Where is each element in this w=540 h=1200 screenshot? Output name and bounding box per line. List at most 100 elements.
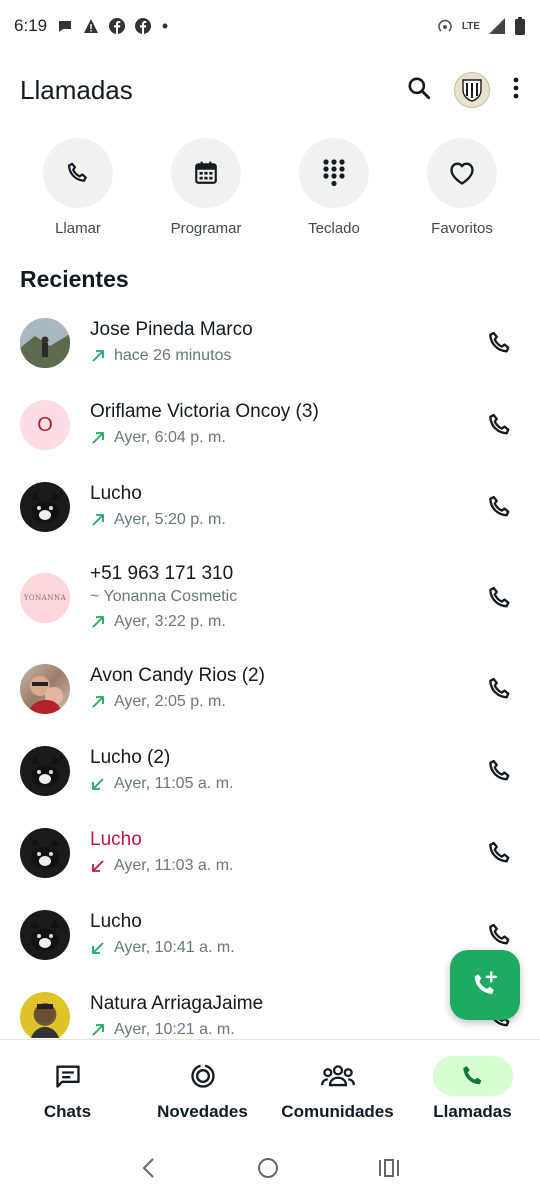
nav-calls[interactable]: Llamadas	[405, 1040, 540, 1139]
call-row[interactable]: Lucho (2) Ayer, 11:05 a. m.	[0, 730, 540, 812]
favorites-action-button[interactable]: Favoritos	[407, 138, 517, 237]
call-time: Ayer, 3:22 p. m.	[114, 613, 226, 630]
contact-name: Natura ArriagaJaime	[90, 993, 264, 1014]
phone-icon	[489, 331, 510, 353]
outgoing-call-arrow-icon	[92, 514, 104, 526]
cat-photo-icon	[30, 838, 60, 869]
nav-chats[interactable]: Chats	[0, 1040, 135, 1139]
contact-name: Jose Pineda Marco	[90, 319, 253, 340]
call-row[interactable]: YONANNA +51 963 171 310 ~ Yonanna Cosmet…	[0, 548, 540, 648]
call-back-button[interactable]	[480, 751, 520, 791]
contact-avatar[interactable]	[20, 482, 70, 532]
call-row[interactable]: Lucho Ayer, 11:03 a. m.	[0, 812, 540, 894]
nav-calls-pill[interactable]	[432, 1056, 513, 1096]
home-icon[interactable]	[256, 1156, 280, 1185]
nav-communities-pill[interactable]	[298, 1056, 378, 1096]
outgoing-call-arrow-icon	[92, 432, 104, 444]
call-back-button[interactable]	[480, 669, 520, 709]
nav-updates[interactable]: Novedades	[135, 1040, 270, 1139]
profile-avatar[interactable]	[454, 72, 490, 108]
status-bar: 6:19 LTE	[0, 0, 540, 52]
contact-subtitle: ~ Yonanna Cosmetic	[90, 588, 238, 605]
signal-icon	[488, 17, 506, 35]
cat-photo-icon	[30, 920, 60, 951]
outgoing-call-arrow-icon	[92, 1024, 104, 1036]
nav-calls-label: Llamadas	[433, 1102, 512, 1121]
calendar-icon	[195, 161, 217, 184]
avatar-letter: O	[37, 413, 53, 436]
facebook-icon	[109, 18, 126, 34]
contact-avatar[interactable]: YONANNA	[20, 573, 70, 623]
nav-communities[interactable]: Comunidades	[270, 1040, 405, 1139]
favorites-action-label: Favoritos	[431, 220, 493, 237]
bottom-navigation: Chats Novedades Comunidades Llamadas	[0, 1039, 540, 1139]
contact-name: Lucho (2)	[90, 747, 171, 768]
call-back-button[interactable]	[480, 323, 520, 363]
call-row[interactable]: Lucho Ayer, 5:20 p. m.	[0, 466, 540, 548]
call-row[interactable]: Avon Candy Rios (2) Ayer, 2:05 p. m.	[0, 648, 540, 730]
dialpad-action-circle[interactable]	[299, 138, 369, 208]
call-time: Ayer, 2:05 p. m.	[114, 693, 226, 710]
updates-icon	[190, 1064, 215, 1088]
call-back-button[interactable]	[480, 833, 520, 873]
contact-avatar[interactable]	[20, 910, 70, 960]
contact-name: Lucho	[90, 829, 142, 850]
back-icon[interactable]	[139, 1156, 159, 1185]
facebook-icon	[135, 18, 152, 34]
contact-avatar[interactable]: O	[20, 400, 70, 450]
phone-icon	[489, 413, 510, 435]
call-back-button[interactable]	[480, 578, 520, 618]
contact-name: +51 963 171 310	[90, 563, 234, 584]
contact-avatar[interactable]	[20, 828, 70, 878]
dot-icon	[161, 22, 169, 30]
call-row[interactable]: Jose Pineda Marco hace 26 minutos	[0, 302, 540, 384]
chats-icon	[55, 1065, 80, 1088]
outgoing-call-arrow-icon	[92, 350, 104, 362]
warning-icon	[83, 18, 99, 34]
contact-avatar[interactable]	[20, 746, 70, 796]
contact-avatar[interactable]	[20, 664, 70, 714]
schedule-action-circle[interactable]	[171, 138, 241, 208]
call-row[interactable]: O Oriflame Victoria Oncoy (3) Ayer, 6:04…	[0, 384, 540, 466]
cat-photo-icon	[30, 492, 60, 523]
nav-chats-label: Chats	[43, 1102, 92, 1121]
contact-name: Oriflame Victoria Oncoy (3)	[90, 401, 319, 422]
nav-updates-label: Novedades	[157, 1102, 248, 1121]
call-action-circle[interactable]	[43, 138, 113, 208]
phone-icon	[489, 495, 510, 517]
network-type: LTE	[461, 20, 480, 32]
dialpad-icon	[323, 159, 345, 187]
page-title: Llamadas	[20, 74, 133, 105]
new-call-fab[interactable]	[450, 950, 520, 1020]
person-photo-icon	[28, 676, 63, 714]
contact-name: Lucho	[90, 911, 142, 932]
battery-icon	[514, 17, 526, 35]
call-time: Ayer, 11:03 a. m.	[114, 857, 234, 874]
status-time: 6:19	[14, 16, 48, 35]
favorites-action-circle[interactable]	[427, 138, 497, 208]
nav-communities-label: Comunidades	[281, 1102, 394, 1121]
recents-icon[interactable]	[377, 1156, 401, 1185]
search-icon[interactable]	[406, 75, 432, 106]
contact-avatar[interactable]	[20, 992, 70, 1038]
call-back-button[interactable]	[480, 487, 520, 527]
communities-icon	[320, 1065, 355, 1087]
call-back-button[interactable]	[480, 915, 520, 955]
phone-icon	[489, 586, 510, 608]
heart-icon	[450, 162, 474, 185]
chat-bubble-icon	[57, 18, 73, 34]
nav-updates-pill[interactable]	[163, 1056, 243, 1096]
recent-calls-list: Jose Pineda Marco hace 26 minutos O Orif…	[0, 302, 540, 1038]
call-time: Ayer, 11:05 a. m.	[114, 775, 234, 792]
dialpad-action-button[interactable]: Teclado	[279, 138, 389, 237]
contact-avatar[interactable]	[20, 318, 70, 368]
outgoing-call-arrow-icon	[92, 616, 104, 628]
more-options-icon[interactable]	[512, 76, 520, 105]
schedule-action-button[interactable]: Programar	[151, 138, 261, 237]
call-back-button[interactable]	[480, 405, 520, 445]
call-time: Ayer, 5:20 p. m.	[114, 511, 226, 528]
recent-section-title: Recientes	[20, 266, 129, 292]
call-action-button[interactable]: Llamar	[23, 138, 133, 237]
nav-chats-pill[interactable]	[28, 1056, 108, 1096]
call-time: hace 26 minutos	[114, 347, 232, 364]
